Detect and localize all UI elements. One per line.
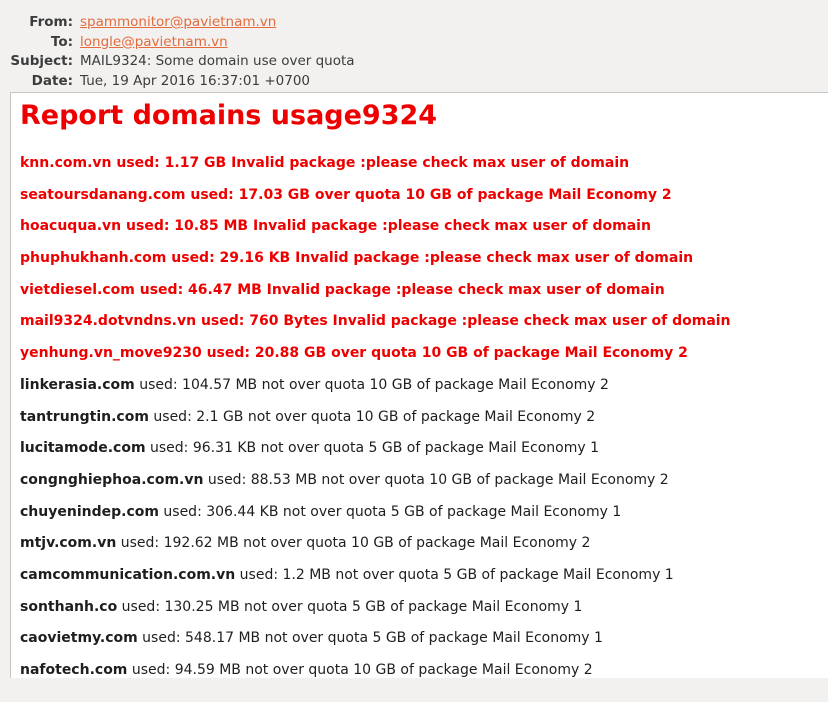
usage-detail: used: 88.53 MB not over quota 10 GB of p… — [203, 471, 669, 488]
usage-detail: used: 192.62 MB not over quota 10 GB of … — [116, 535, 591, 552]
report-title: Report domains usage9324 — [20, 100, 438, 131]
usage-detail: used: 548.17 MB not over quota 5 GB of p… — [137, 630, 603, 647]
usage-line: sonthanh.co used: 130.25 MB not over quo… — [20, 597, 828, 629]
usage-detail: used: 104.57 MB not over quota 10 GB of … — [134, 376, 609, 393]
over-quota-line: mail9324.dotvndns.vn used: 760 Bytes Inv… — [20, 313, 731, 330]
over-quota-line: vietdiesel.com used: 46.47 MB Invalid pa… — [20, 281, 665, 298]
from-row: From: spammonitor@pavietnam.vn — [0, 13, 828, 33]
date-row: Date: Tue, 19 Apr 2016 16:37:01 +0700 — [0, 72, 828, 92]
subject-value: MAIL9324: Some domain use over quota — [80, 53, 355, 69]
usage-line: chuyenindep.com used: 306.44 KB not over… — [20, 502, 828, 534]
usage-line: congnghiephoa.com.vn used: 88.53 MB not … — [20, 470, 828, 502]
usage-detail: used: 2.1 GB not over quota 10 GB of pac… — [148, 408, 596, 425]
domain-name: lucitamode.com — [20, 440, 146, 457]
to-row: To: longle@pavietnam.vn — [0, 33, 828, 53]
domain-name: linkerasia.com — [20, 376, 135, 393]
over-quota-line: knn.com.vn used: 1.17 GB Invalid package… — [20, 155, 630, 171]
usage-line: nafotech.com used: 94.59 MB not over quo… — [20, 660, 828, 678]
over-quota-line: yenhung.vn_move9230 used: 20.88 GB over … — [20, 345, 688, 362]
domain-name: nafotech.com — [20, 662, 128, 678]
usage-line: linkerasia.com used: 104.57 MB not over … — [20, 375, 828, 407]
to-address-link[interactable]: longle@pavietnam.vn — [80, 33, 228, 52]
usage-detail: used: 94.59 MB not over quota 10 GB of p… — [127, 662, 593, 678]
domain-name: sonthanh.co — [20, 598, 118, 615]
over-quota-line: phuphukhanh.com used: 29.16 KB Invalid p… — [20, 250, 694, 267]
to-label: To: — [50, 33, 73, 50]
domain-name: mtjv.com.vn — [20, 535, 117, 552]
usage-line: caovietmy.com used: 548.17 MB not over q… — [20, 628, 828, 660]
message-body[interactable]: Report domains usage9324 knn.com.vn used… — [10, 92, 828, 679]
over-quota-line: hoacuqua.vn used: 10.85 MB Invalid packa… — [20, 218, 651, 235]
subject-row: Subject: MAIL9324: Some domain use over q… — [0, 52, 828, 72]
usage-detail: used: 1.2 MB not over quota 5 GB of pack… — [235, 566, 674, 583]
date-value: Tue, 19 Apr 2016 16:37:01 +0700 — [80, 72, 310, 89]
from-label: From: — [29, 14, 73, 30]
usage-detail: used: 96.31 KB not over quota 5 GB of pa… — [145, 440, 599, 457]
date-label: Date: — [31, 72, 73, 89]
subject-label: Subject: — [10, 53, 73, 69]
domain-name: chuyenindep.com — [20, 503, 159, 520]
report-lines: knn.com.vn used: 1.17 GB Invalid package… — [20, 153, 828, 678]
usage-line: lucitamode.com used: 96.31 KB not over q… — [20, 438, 828, 470]
over-quota-line: seatoursdanang.com used: 17.03 GB over q… — [20, 186, 672, 203]
from-address-link[interactable]: spammonitor@pavietnam.vn — [80, 13, 276, 32]
domain-name: caovietmy.com — [20, 630, 138, 647]
usage-line: camcommunication.com.vn used: 1.2 MB not… — [20, 565, 828, 597]
domain-name: tantrungtin.com — [20, 408, 149, 425]
email-headers: From: spammonitor@pavietnam.vn To: longle@… — [0, 13, 828, 91]
window-bottom-bar — [0, 678, 828, 702]
usage-line: tantrungtin.com used: 2.1 GB not over qu… — [20, 407, 828, 439]
domain-name: congnghiephoa.com.vn — [20, 471, 204, 488]
usage-detail: used: 130.25 MB not over quota 5 GB of p… — [117, 598, 583, 615]
usage-line: mtjv.com.vn used: 192.62 MB not over quo… — [20, 533, 828, 565]
usage-detail: used: 306.44 KB not over quota 5 GB of p… — [158, 503, 622, 520]
domain-name: camcommunication.com.vn — [20, 566, 236, 583]
